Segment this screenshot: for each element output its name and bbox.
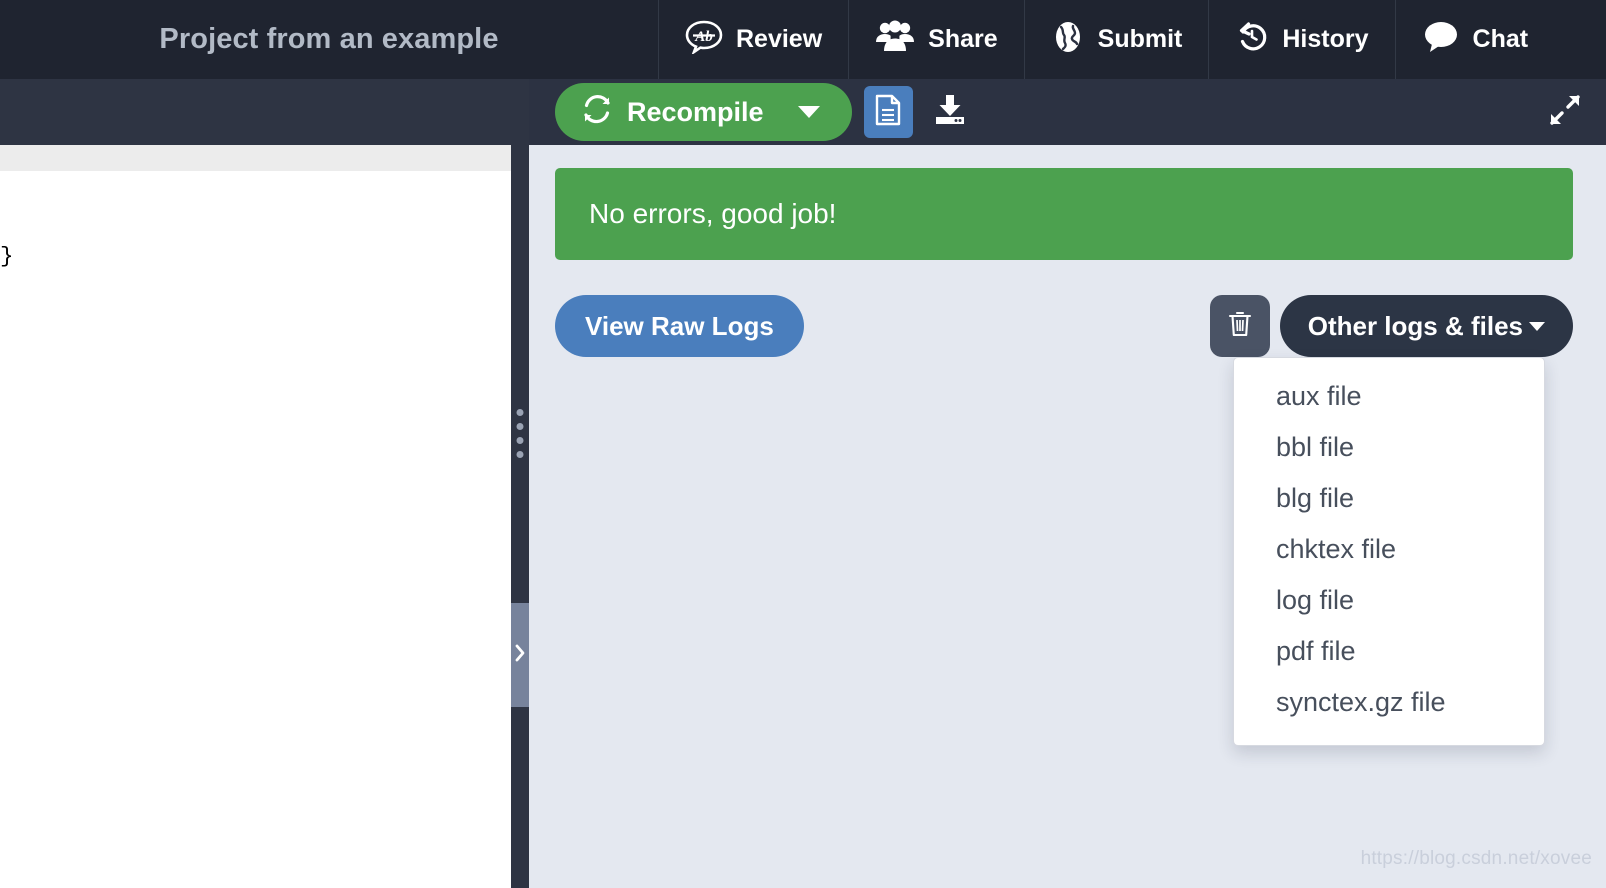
document-file-icon-button[interactable] — [863, 86, 913, 138]
nav-item-submit[interactable]: Submit — [1025, 0, 1210, 79]
dropdown-item-pdf[interactable]: pdf file — [1234, 626, 1544, 677]
dropdown-item-aux[interactable]: aux file — [1234, 371, 1544, 422]
editor-source-text[interactable]: } that if ever anyone discovers or and w… — [0, 171, 511, 888]
download-icon — [932, 93, 968, 132]
refresh-icon — [581, 94, 613, 130]
nav-item-review[interactable]: Ab Review — [659, 0, 850, 79]
chevron-right-icon — [514, 643, 526, 668]
pdf-toolbar: Recompile — [529, 79, 1606, 145]
editor-top-strip — [0, 145, 511, 171]
nav-item-chat[interactable]: Chat — [1396, 0, 1555, 79]
other-logs-label: Other logs & files — [1307, 310, 1523, 341]
editor-line: } — [0, 243, 14, 269]
dropdown-item-log[interactable]: log file — [1234, 575, 1544, 626]
dropdown-item-synctex[interactable]: synctex.gz file — [1234, 677, 1544, 728]
overleaf-editor-window: Project from an example Ab Review Share … — [0, 0, 1606, 888]
globe-icon — [1051, 20, 1085, 59]
nav-label-share: Share — [928, 25, 998, 53]
people-group-icon — [875, 20, 915, 59]
download-button[interactable] — [924, 86, 976, 138]
drag-dots-icon[interactable] — [516, 409, 524, 458]
nav-item-share[interactable]: Share — [849, 0, 1025, 79]
clear-cache-button[interactable] — [1209, 295, 1270, 357]
dropdown-item-chktex[interactable]: chktex file — [1234, 524, 1544, 575]
nav-label-submit: Submit — [1097, 25, 1183, 53]
pane-splitter[interactable] — [511, 145, 529, 888]
editor-toolbar-strip — [0, 79, 529, 145]
caret-down-icon — [1529, 321, 1545, 331]
chat-bubble-icon — [1422, 21, 1460, 58]
pdf-log-pane: No errors, good job! View Raw Logs Other… — [529, 145, 1606, 888]
recompile-button[interactable]: Recompile — [555, 83, 852, 141]
other-logs-and-files-button[interactable]: Other logs & files — [1279, 295, 1573, 357]
expand-panel-button[interactable] — [1542, 89, 1588, 135]
panel-toggle-button[interactable] — [511, 603, 529, 707]
project-title-container: Project from an example — [0, 0, 659, 79]
view-raw-logs-button[interactable]: View Raw Logs — [555, 295, 804, 357]
compile-success-banner: No errors, good job! — [555, 168, 1573, 260]
document-file-icon — [874, 94, 902, 131]
nav-label-chat: Chat — [1472, 25, 1529, 53]
recompile-label: Recompile — [627, 96, 764, 127]
log-actions-row: View Raw Logs Other logs & files — [555, 295, 1573, 357]
trash-icon — [1227, 309, 1253, 344]
nav-label-review: Review — [736, 25, 823, 53]
history-undo-icon — [1235, 20, 1269, 59]
code-editor-pane[interactable]: } that if ever anyone discovers or and w… — [0, 145, 511, 888]
review-speech-ab-icon: Ab — [685, 20, 723, 59]
nav-label-history: History — [1282, 25, 1369, 53]
top-header-bar: Project from an example Ab Review Share … — [0, 0, 1606, 79]
view-raw-logs-label: View Raw Logs — [585, 310, 774, 341]
nav-item-history[interactable]: History — [1209, 0, 1396, 79]
caret-down-icon[interactable] — [797, 106, 820, 118]
log-right-actions: Other logs & files — [1209, 295, 1573, 357]
other-logs-dropdown-menu: aux file bbl file blg file chktex file l… — [1233, 357, 1545, 746]
header-nav: Ab Review Share Submit History Chat — [659, 0, 1606, 79]
success-message: No errors, good job! — [589, 198, 837, 229]
svg-text:Ab: Ab — [694, 29, 713, 45]
expand-diagonal-arrows-icon — [1548, 93, 1582, 132]
dropdown-item-bbl[interactable]: bbl file — [1234, 422, 1544, 473]
page-title: Project from an example — [159, 23, 499, 55]
dropdown-item-blg[interactable]: blg file — [1234, 473, 1544, 524]
